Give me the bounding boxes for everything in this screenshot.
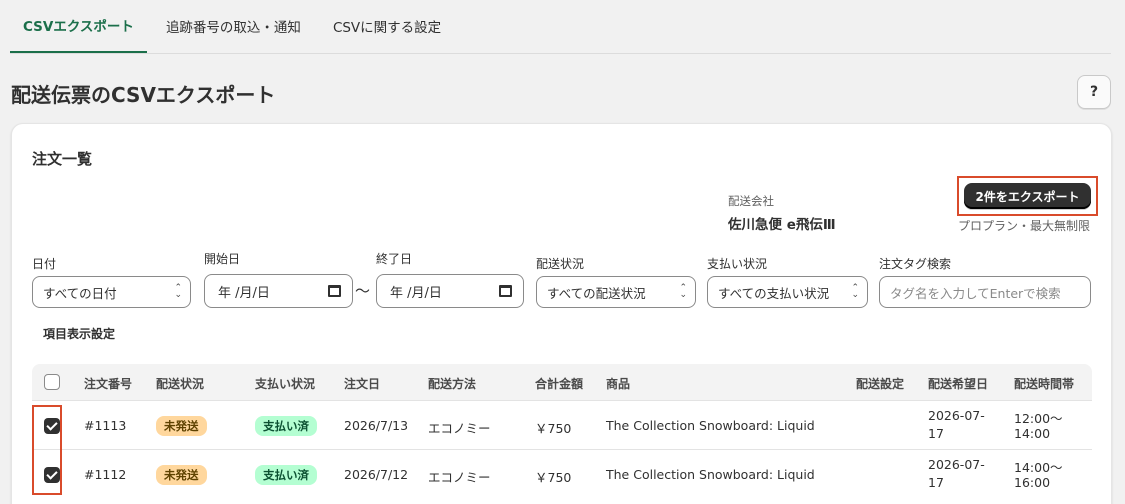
header-date: 注文日	[344, 377, 381, 391]
chevron-updown-icon: ⌃ ⌄	[851, 283, 859, 300]
start-date-label: 開始日	[204, 252, 241, 266]
time-slot-line1: 12:00〜	[1014, 411, 1063, 426]
time-slot-line2: 16:00	[1014, 475, 1051, 490]
desired-date-line1: 2026-07-	[928, 457, 985, 472]
range-separator: 〜	[355, 282, 371, 300]
table-row[interactable]: #1113 未発送 支払い済 2026/7/13 エコノミー ￥750 The …	[32, 400, 1092, 449]
payment-filter-label: 支払い状況	[707, 257, 768, 271]
start-date-value: 年 /月/日	[218, 285, 270, 301]
tab-tracking-import[interactable]: 追跡番号の取込・通知	[153, 0, 314, 53]
shipping-method: エコノミー	[428, 470, 491, 485]
time-slot-line2: 14:00	[1014, 426, 1051, 441]
payment-badge: 支払い済	[255, 465, 317, 485]
order-number[interactable]: #1112	[84, 467, 126, 482]
order-total: ￥750	[535, 470, 572, 485]
carrier-value: 佐川急便 e飛伝Ⅲ	[728, 217, 836, 233]
calendar-icon[interactable]	[328, 285, 341, 297]
end-date-input[interactable]: 年 /月/日	[376, 274, 524, 308]
desired-date-line2: 17	[928, 475, 944, 490]
export-button[interactable]: 2件をエクスポート	[964, 183, 1091, 209]
date-filter-label: 日付	[32, 257, 57, 271]
end-date-label: 終了日	[376, 252, 413, 266]
select-all-checkbox[interactable]	[44, 374, 60, 390]
end-date-value: 年 /月/日	[390, 285, 442, 301]
desired-date-line1: 2026-07-	[928, 408, 985, 423]
order-date: 2026/7/12	[344, 467, 409, 482]
export-highlight: 2件をエクスポート	[957, 176, 1098, 216]
tag-search-label: 注文タグ検索	[879, 257, 952, 271]
payment-filter-select[interactable]: すべての支払い状況 ⌃ ⌄	[707, 276, 868, 308]
table-header: 注文番号 配送状況 支払い状況 注文日 配送方法 合計金額 商品 配送設定 配送…	[32, 364, 1092, 400]
order-number[interactable]: #1113	[84, 418, 126, 433]
tab-csv-export[interactable]: CSVエクスポート	[10, 0, 147, 53]
table-row[interactable]: #1112 未発送 支払い済 2026/7/12 エコノミー ￥750 The …	[32, 449, 1092, 498]
header-method: 配送方法	[428, 377, 477, 391]
payment-filter-value: すべての支払い状況	[718, 285, 830, 301]
carrier-label: 配送会社	[728, 194, 774, 208]
header-setting: 配送設定	[856, 377, 905, 391]
date-filter-select[interactable]: すべての日付 ⌃ ⌄	[32, 276, 191, 308]
shipping-filter-value: すべての配送状況	[547, 285, 646, 301]
product-name: The Collection Snowboard: Liquid	[606, 418, 815, 433]
header-desired-date: 配送希望日	[928, 377, 989, 391]
tag-search-input[interactable]: タグ名を入力してEnterで検索	[879, 276, 1091, 308]
product-name: The Collection Snowboard: Liquid	[606, 467, 815, 482]
shipping-filter-label: 配送状況	[536, 257, 585, 271]
shipping-method: エコノミー	[428, 421, 491, 436]
start-date-input[interactable]: 年 /月/日	[204, 274, 353, 308]
desired-date-line2: 17	[928, 426, 944, 441]
chevron-updown-icon: ⌃ ⌄	[174, 283, 182, 300]
tag-search-placeholder: タグ名を入力してEnterで検索	[890, 285, 1061, 301]
status-badge: 未発送	[156, 416, 207, 436]
calendar-icon[interactable]	[499, 285, 512, 297]
column-settings-button[interactable]: 項目表示設定	[43, 325, 115, 342]
tab-bar: CSVエクスポート 追跡番号の取込・通知 CSVに関する設定	[10, 0, 1111, 54]
card-title: 注文一覧	[32, 150, 93, 168]
help-button[interactable]: ?	[1077, 75, 1111, 109]
header-total: 合計金額	[535, 377, 584, 391]
orders-card: 注文一覧 配送会社 佐川急便 e飛伝Ⅲ 2件をエクスポート プロプラン・最大無制…	[11, 123, 1112, 504]
status-badge: 未発送	[156, 465, 207, 485]
order-total: ￥750	[535, 421, 572, 436]
header-order: 注文番号	[84, 377, 133, 391]
header-time-slot: 配送時間帯	[1014, 377, 1075, 391]
shipping-filter-select[interactable]: すべての配送状況 ⌃ ⌄	[536, 276, 696, 308]
order-date: 2026/7/13	[344, 418, 409, 433]
tab-csv-settings[interactable]: CSVに関する設定	[320, 0, 454, 53]
header-product: 商品	[606, 377, 631, 391]
time-slot-line1: 14:00〜	[1014, 460, 1063, 475]
chevron-updown-icon: ⌃ ⌄	[679, 283, 687, 300]
page-title: 配送伝票のCSVエクスポート	[11, 83, 276, 107]
header-payment: 支払い状況	[255, 377, 316, 391]
checkbox-highlight	[32, 405, 62, 495]
plan-note: プロプラン・最大無制限	[957, 219, 1090, 233]
payment-badge: 支払い済	[255, 416, 317, 436]
date-filter-value: すべての日付	[43, 285, 117, 301]
header-shipping: 配送状況	[156, 377, 205, 391]
